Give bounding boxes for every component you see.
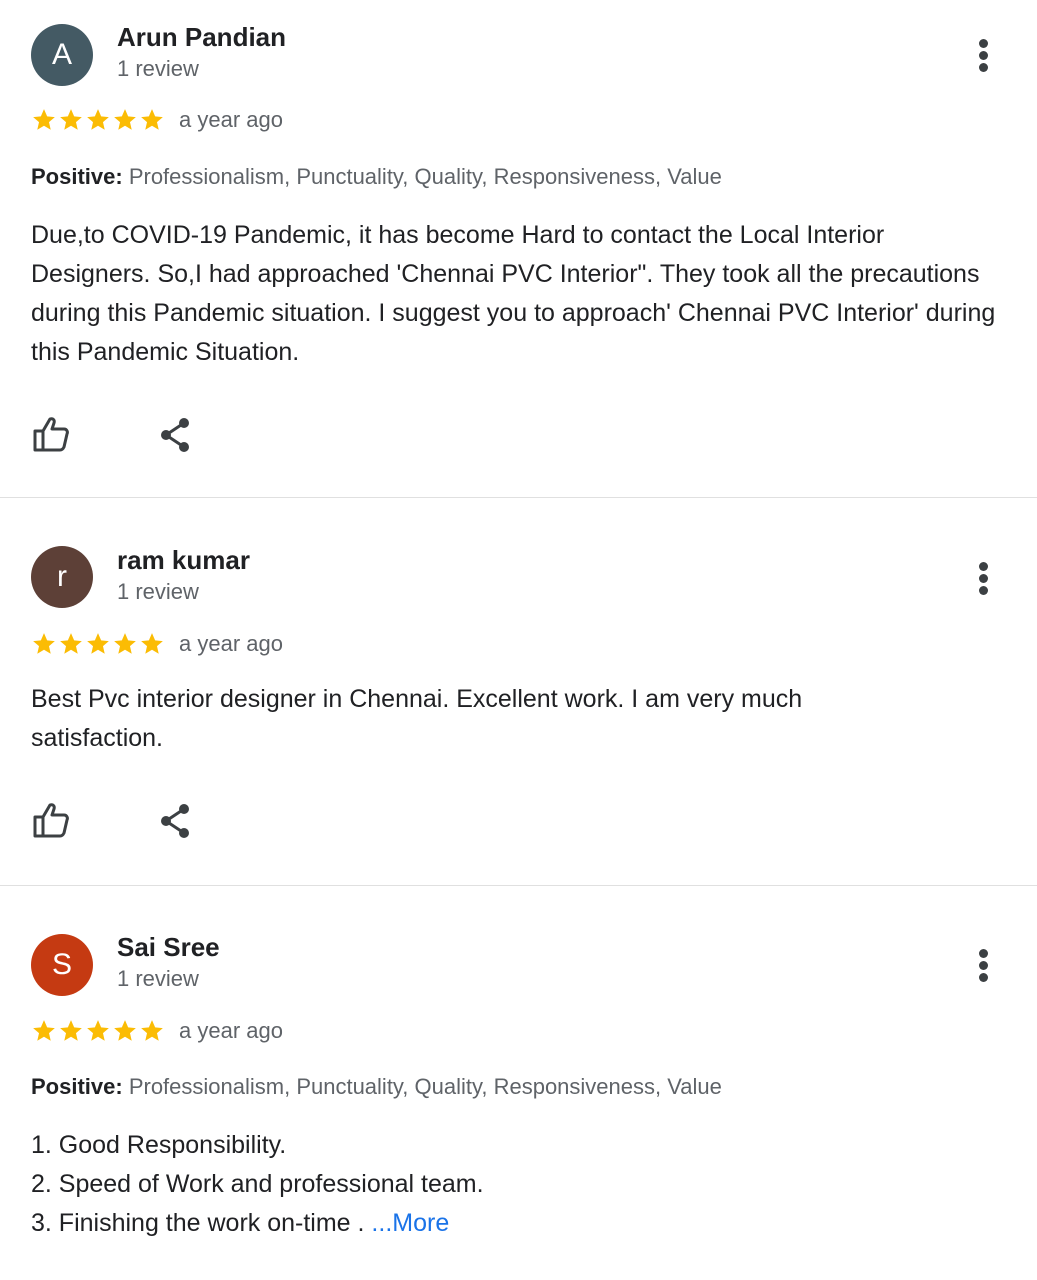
review-count: 1 review xyxy=(117,56,199,81)
star-icon xyxy=(33,1020,55,1041)
star-icon xyxy=(33,109,55,130)
star-icon xyxy=(60,109,82,130)
review-line: 1. Good Responsibility. xyxy=(31,1131,287,1159)
star-icon xyxy=(114,1020,136,1041)
more-link[interactable]: ...More xyxy=(371,1209,449,1237)
reviewer-name[interactable]: Sai Sree xyxy=(117,932,220,963)
review-text: Best Pvc interior designer in Chennai. E… xyxy=(31,685,803,752)
star-icon xyxy=(87,633,109,654)
positive-label: Positive: xyxy=(31,164,123,189)
star-icon xyxy=(60,633,82,654)
star-icon xyxy=(87,109,109,130)
positive-list: Professionalism, Punctuality, Quality, R… xyxy=(122,1074,722,1099)
review-text: 1. Good Responsibility. 2. Speed of Work… xyxy=(31,1126,1001,1243)
review-time: a year ago xyxy=(179,107,283,132)
avatar-letter: A xyxy=(51,38,72,71)
review-line-text: 3. Finishing the work on-time . xyxy=(31,1209,372,1237)
review-count: 1 review xyxy=(117,966,199,991)
star-icon xyxy=(60,1020,82,1041)
star-icon xyxy=(33,633,55,654)
more-options-icon[interactable] xyxy=(970,946,998,986)
star-icon xyxy=(114,633,136,654)
star-icon xyxy=(141,1020,163,1041)
divider xyxy=(0,885,1037,886)
avatar[interactable]: A xyxy=(31,24,93,86)
divider xyxy=(0,497,1037,498)
avatar-letter: r xyxy=(57,560,67,593)
star-icon xyxy=(141,633,163,654)
review-time: a year ago xyxy=(179,631,283,656)
positive-label: Positive: xyxy=(31,1074,123,1099)
thumbs-up-icon[interactable] xyxy=(31,800,71,840)
reviewer-name[interactable]: ram kumar xyxy=(117,545,250,576)
reviewer-name[interactable]: Arun Pandian xyxy=(117,22,286,53)
positive-list: Professionalism, Punctuality, Quality, R… xyxy=(122,164,722,189)
share-icon[interactable] xyxy=(155,802,195,842)
star-rating xyxy=(31,1018,165,1046)
avatar[interactable]: S xyxy=(31,934,93,996)
star-icon xyxy=(114,109,136,130)
star-icon xyxy=(141,109,163,130)
positive-attributes: Positive: Professionalism, Punctuality, … xyxy=(31,164,722,190)
more-options-icon[interactable] xyxy=(970,559,998,599)
review-line: 2. Speed of Work and professional team. xyxy=(31,1170,484,1198)
star-icon xyxy=(87,1020,109,1041)
review-time: a year ago xyxy=(179,1018,283,1043)
review-count: 1 review xyxy=(117,579,199,604)
star-rating xyxy=(31,107,165,135)
star-rating xyxy=(31,631,165,659)
thumbs-up-icon[interactable] xyxy=(31,414,71,454)
more-options-icon[interactable] xyxy=(970,36,998,76)
share-icon[interactable] xyxy=(155,416,195,456)
review-text: Due,to COVID-19 Pandemic, it has become … xyxy=(31,221,996,366)
avatar[interactable]: r xyxy=(31,546,93,608)
positive-attributes: Positive: Professionalism, Punctuality, … xyxy=(31,1074,722,1100)
review-line: 3. Finishing the work on-time . ...More xyxy=(31,1204,1001,1243)
avatar-letter: S xyxy=(51,948,72,981)
